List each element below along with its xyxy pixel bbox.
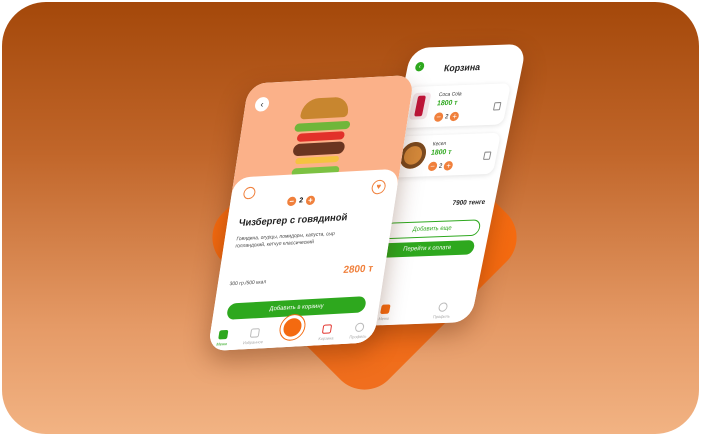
heart-icon: [249, 328, 260, 338]
bag-icon: [279, 314, 307, 341]
item-qty: 2: [438, 162, 443, 170]
trash-icon[interactable]: [482, 151, 492, 160]
item-qty: 2: [444, 113, 449, 120]
nav-menu[interactable]: Меню: [378, 304, 392, 321]
user-icon: [354, 322, 365, 333]
quantity-stepper[interactable]: − 2 +: [427, 161, 454, 172]
product-title: Чизбергер с говядиной: [238, 212, 349, 230]
cart-item[interactable]: Кесел 1800 т − 2 +: [391, 132, 502, 178]
promo-card: ‹ Корзина Coca Cola 1800 т − 2 + Кесел 1…: [2, 2, 699, 434]
menu-icon: [380, 304, 392, 314]
product-weight: 300 гр./500 ккал: [229, 279, 267, 288]
cart-icon: [322, 324, 333, 334]
item-name: Кесел: [432, 140, 447, 148]
nav-center-action[interactable]: [279, 314, 307, 343]
quantity-stepper[interactable]: − 2 +: [433, 111, 461, 122]
menu-icon: [218, 329, 229, 340]
item-name: Coca Cola: [438, 91, 463, 99]
trash-icon[interactable]: [492, 102, 502, 111]
user-icon: [438, 302, 449, 312]
product-price: 2800 т: [342, 263, 374, 277]
plus-button[interactable]: +: [305, 195, 316, 206]
nav-cart[interactable]: Корзина: [318, 324, 336, 341]
share-icon[interactable]: [242, 186, 257, 200]
item-price: 1800 т: [430, 148, 453, 157]
plus-button[interactable]: +: [449, 111, 461, 122]
nav-menu[interactable]: Меню: [216, 329, 229, 347]
coca-cola-image: [408, 92, 432, 120]
cart-item[interactable]: Coca Cola 1800 т − 2 +: [401, 83, 512, 129]
minus-button[interactable]: −: [286, 196, 297, 207]
minus-button[interactable]: −: [427, 161, 438, 172]
product-qty: 2: [298, 197, 304, 205]
nav-profile[interactable]: Профиль: [349, 322, 369, 340]
quantity-stepper[interactable]: − 2 +: [286, 195, 316, 207]
plus-button[interactable]: +: [443, 161, 454, 171]
item-price: 1800 т: [436, 99, 459, 108]
heart-icon[interactable]: ♥: [370, 179, 387, 195]
nav-favorites[interactable]: Избранное: [243, 328, 266, 345]
back-button[interactable]: ‹: [414, 61, 426, 72]
minus-button[interactable]: −: [433, 112, 445, 122]
cart-title: Корзина: [443, 61, 482, 74]
product-description: Говядина, огурцы, помидоры, капуста, сыр…: [234, 230, 336, 250]
checkout-button[interactable]: Перейти к оплате: [378, 239, 476, 258]
cart-total: 7900 тенге: [451, 198, 486, 208]
add-more-button[interactable]: Добавить еще: [382, 219, 482, 240]
nav-profile[interactable]: Профиль: [433, 302, 453, 319]
